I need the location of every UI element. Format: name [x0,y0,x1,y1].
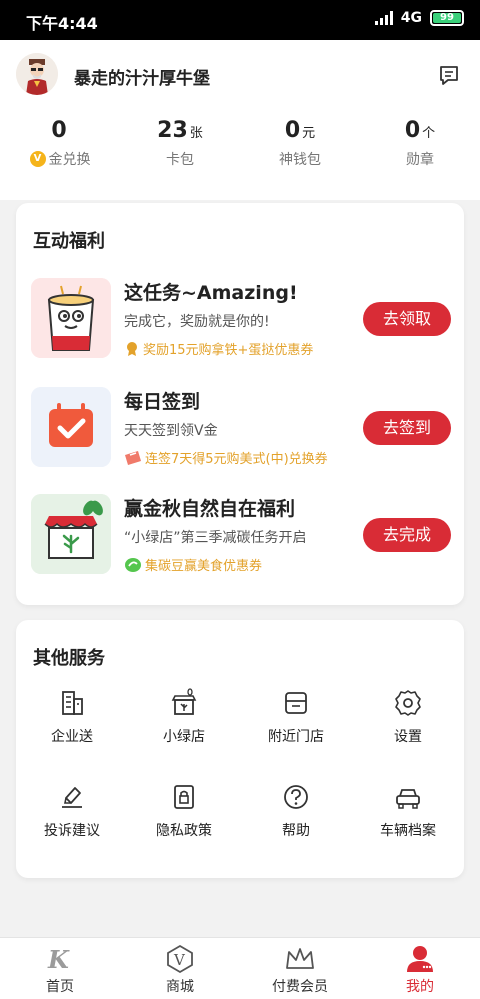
claim-button[interactable]: 去领取 [363,302,451,336]
task-reward-text: 连签7天得5元购美式(中)兑换券 [145,452,328,467]
service-feedback[interactable]: 投诉建议 [16,782,128,840]
cup-mascot-icon [31,278,111,358]
services-grid: 企业送 小绿店 附近门店 设置 投诉建议 隐私政策 帮助 车辆档案 [16,688,464,840]
welfare-card: 互动福利 这任务~Amazing! 完成它，奖励就是你的! 奖励15元购拿铁+蛋… [16,203,464,605]
service-settings[interactable]: 设置 [352,688,464,746]
task-desc: 完成它，奖励就是你的! [124,314,270,330]
task-reward: 奖励15元购拿铁+蛋挞优惠券 [124,339,313,358]
task-reward-text: 集碳豆赢美食优惠券 [145,559,263,574]
ticket-icon [125,450,141,465]
help-icon [284,785,308,809]
battery-level: 99 [433,13,461,23]
tab-label: 首页 [46,979,74,995]
building-icon [62,691,83,715]
stat-label: 金兑换 [48,152,91,168]
gear-icon [395,690,421,716]
stat-label: 卡包 [166,152,194,168]
welfare-title: 互动福利 [33,231,105,252]
home-k-icon: K [47,945,70,974]
tab-label: 付费会员 [272,979,328,995]
task-title: 每日签到 [124,391,201,413]
task-reward-text: 奖励15元购拿铁+蛋挞优惠券 [143,343,314,358]
network-type: 4G [400,10,422,26]
green-store-icon [31,494,111,574]
service-label: 车辆档案 [380,823,436,839]
service-label: 附近门店 [268,729,324,745]
service-enterprise[interactable]: 企业送 [16,688,128,746]
stat-value: 0 [51,118,67,143]
task-desc: “小绿店”第三季减碳任务开启 [124,530,307,546]
services-card: 其他服务 企业送 小绿店 附近门店 设置 投诉建议 隐私政策 帮助 车辆档案 [16,620,464,878]
service-label: 隐私政策 [156,823,212,839]
tab-home[interactable]: K 首页 [0,938,120,999]
complete-button[interactable]: 去完成 [363,518,451,552]
task-title: 赢金秋自然自在福利 [124,498,296,520]
tab-label: 商城 [166,979,194,995]
battery-icon: 99 [430,10,464,26]
svg-text:K: K [47,945,70,974]
signal-icon [374,11,393,25]
service-help[interactable]: 帮助 [240,782,352,840]
stat-medals[interactable]: 0个 勋章 [360,118,480,178]
stat-label: 神钱包 [279,152,321,168]
green-store-icon [171,688,197,715]
task-title: 这任务~Amazing! [124,282,298,304]
service-label: 小绿店 [163,729,205,745]
v-coin-icon: V [29,151,46,167]
tab-label: 我的 [406,979,434,995]
stat-unit: 个 [422,126,436,141]
service-nearby-stores[interactable]: 附近门店 [240,688,352,746]
stat-gold-exchange[interactable]: 0 V 金兑换 [0,118,120,178]
stat-value: 0 [404,118,421,143]
avatar[interactable] [16,53,58,95]
checkin-button[interactable]: 去签到 [363,411,451,445]
status-bar: 下午4:44 4G 99 [0,0,480,40]
store-box-icon [285,692,307,714]
services-title: 其他服务 [33,648,105,669]
task-reward: 集碳豆赢美食优惠券 [124,555,262,574]
tab-mall[interactable]: V 商城 [120,938,240,999]
username[interactable]: 暴走的汁汁厚牛堡 [74,64,210,89]
stats-row: 0 V 金兑换 23 张 卡包 0元 神钱包 0个 勋章 [0,118,480,178]
task-desc: 天天签到领V金 [124,423,218,439]
stat-unit: 张 [189,126,203,141]
tab-mine[interactable]: 我的 [360,938,480,999]
medal-icon [127,341,137,356]
service-label: 帮助 [282,823,310,839]
task-autumn-welfare: 赢金秋自然自在福利 “小绿店”第三季减碳任务开启 集碳豆赢美食优惠券 去完成 [31,494,451,576]
carbon-bean-icon [125,557,141,572]
feedback-icon [62,787,82,808]
stat-card-wallet[interactable]: 23 张 卡包 [120,118,240,178]
service-green-store[interactable]: 小绿店 [128,688,240,746]
car-icon [396,789,420,809]
stat-label: 勋章 [406,152,434,168]
task-amazing: 这任务~Amazing! 完成它，奖励就是你的! 奖励15元购拿铁+蛋挞优惠券 … [31,278,451,360]
privacy-lock-icon [174,785,194,809]
tab-membership[interactable]: 付费会员 [240,938,360,999]
service-vehicle-records[interactable]: 车辆档案 [352,782,464,840]
tab-bar: K 首页 V 商城 付费会员 我的 [0,937,480,999]
mall-v-icon: V [167,944,193,974]
message-icon[interactable] [438,64,460,86]
service-privacy[interactable]: 隐私政策 [128,782,240,840]
service-label: 企业送 [51,729,93,745]
calendar-check-icon [31,387,111,467]
profile-icon [407,946,433,972]
service-label: 投诉建议 [44,823,100,839]
stat-money-wallet[interactable]: 0元 神钱包 [240,118,360,178]
crown-icon [286,948,314,969]
svg-text:V: V [173,951,186,969]
service-label: 设置 [394,729,422,745]
stat-unit: 元 [302,126,316,141]
stat-value: 23 [157,118,188,143]
status-time: 下午4:44 [26,14,98,33]
task-daily-checkin: 每日签到 天天签到领V金 连签7天得5元购美式(中)兑换券 去签到 [31,387,451,469]
stat-value: 0 [284,118,301,143]
task-reward: 连签7天得5元购美式(中)兑换券 [124,448,328,467]
profile-header: 暴走的汁汁厚牛堡 0 V 金兑换 23 张 卡包 0元 神钱包 0个 勋章 [0,40,480,200]
